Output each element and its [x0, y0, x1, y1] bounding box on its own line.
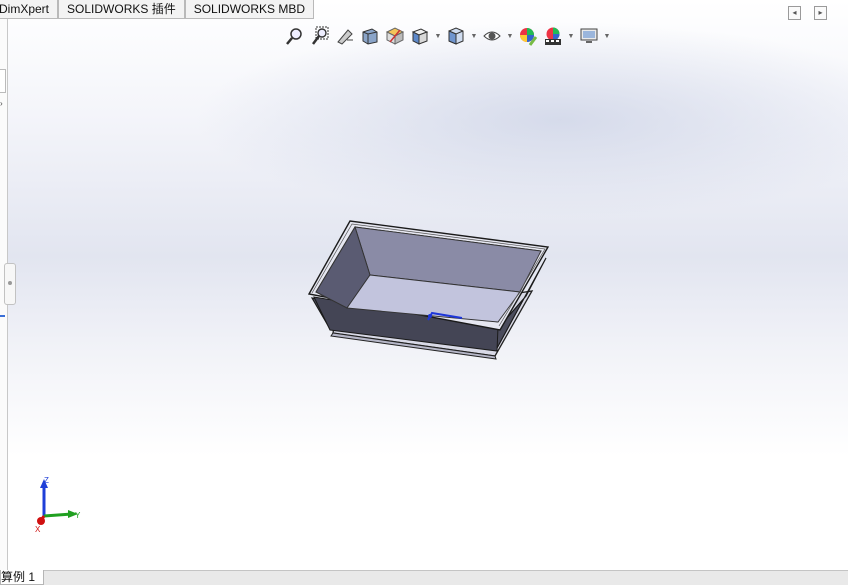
reference-triad: Z Y X: [35, 476, 81, 534]
part-model[interactable]: [0, 0, 848, 570]
bottom-tab-bar: 算例 1: [0, 570, 848, 585]
triad-z-label: Z: [44, 476, 49, 485]
triad-y-label: Y: [75, 511, 81, 520]
tab-solidworks-mbd[interactable]: SOLIDWORKS MBD: [184, 0, 315, 19]
tab-study-1[interactable]: 算例 1: [0, 570, 45, 585]
tab-solidworks-addins[interactable]: SOLIDWORKS 插件: [58, 0, 185, 19]
triad-x-label: X: [35, 525, 41, 534]
command-manager-tabs: DimXpert SOLIDWORKS 插件 SOLIDWORKS MBD: [0, 0, 315, 19]
tab-dimxpert[interactable]: DimXpert: [0, 0, 59, 19]
